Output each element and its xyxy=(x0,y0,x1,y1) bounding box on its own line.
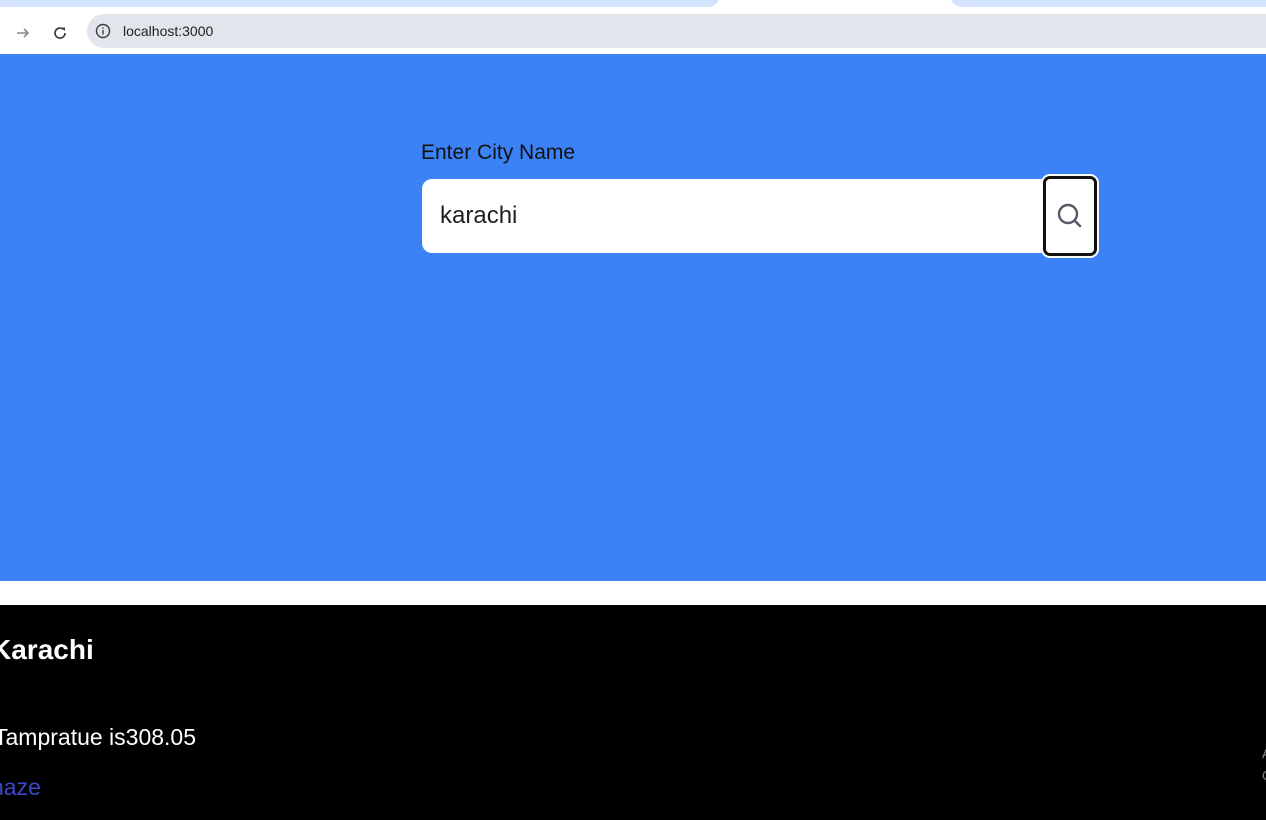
tab-inactive-right[interactable] xyxy=(950,0,1266,7)
info-icon[interactable] xyxy=(95,23,111,39)
city-input-label: Enter City Name xyxy=(421,141,576,164)
reload-icon xyxy=(54,27,66,39)
temperature-text: Tampratue is308.05 xyxy=(0,724,197,750)
city-search-input[interactable] xyxy=(422,179,1048,253)
reload-button[interactable] xyxy=(46,19,74,47)
arrow-forward-icon xyxy=(17,28,30,38)
city-name-heading: Karachi xyxy=(0,634,94,665)
tab-inactive-left[interactable] xyxy=(0,0,720,7)
edge-text-top: A xyxy=(1262,746,1266,761)
url-text[interactable]: localhost:3000 xyxy=(123,23,213,39)
search-button[interactable] xyxy=(1043,176,1097,256)
weather-results: Karachi Tampratue is308.05 haze A C xyxy=(0,605,1266,820)
search-icon xyxy=(1057,203,1082,228)
section-divider xyxy=(0,581,1266,605)
weather-condition: haze xyxy=(0,774,41,800)
tab-strip xyxy=(0,0,1266,12)
edge-text-bottom: C xyxy=(1262,768,1266,783)
address-bar[interactable]: localhost:3000 xyxy=(87,14,1266,48)
forward-button[interactable] xyxy=(9,19,37,47)
search-section: Enter City Name xyxy=(0,54,1266,581)
browser-toolbar: localhost:3000 xyxy=(0,12,1266,54)
